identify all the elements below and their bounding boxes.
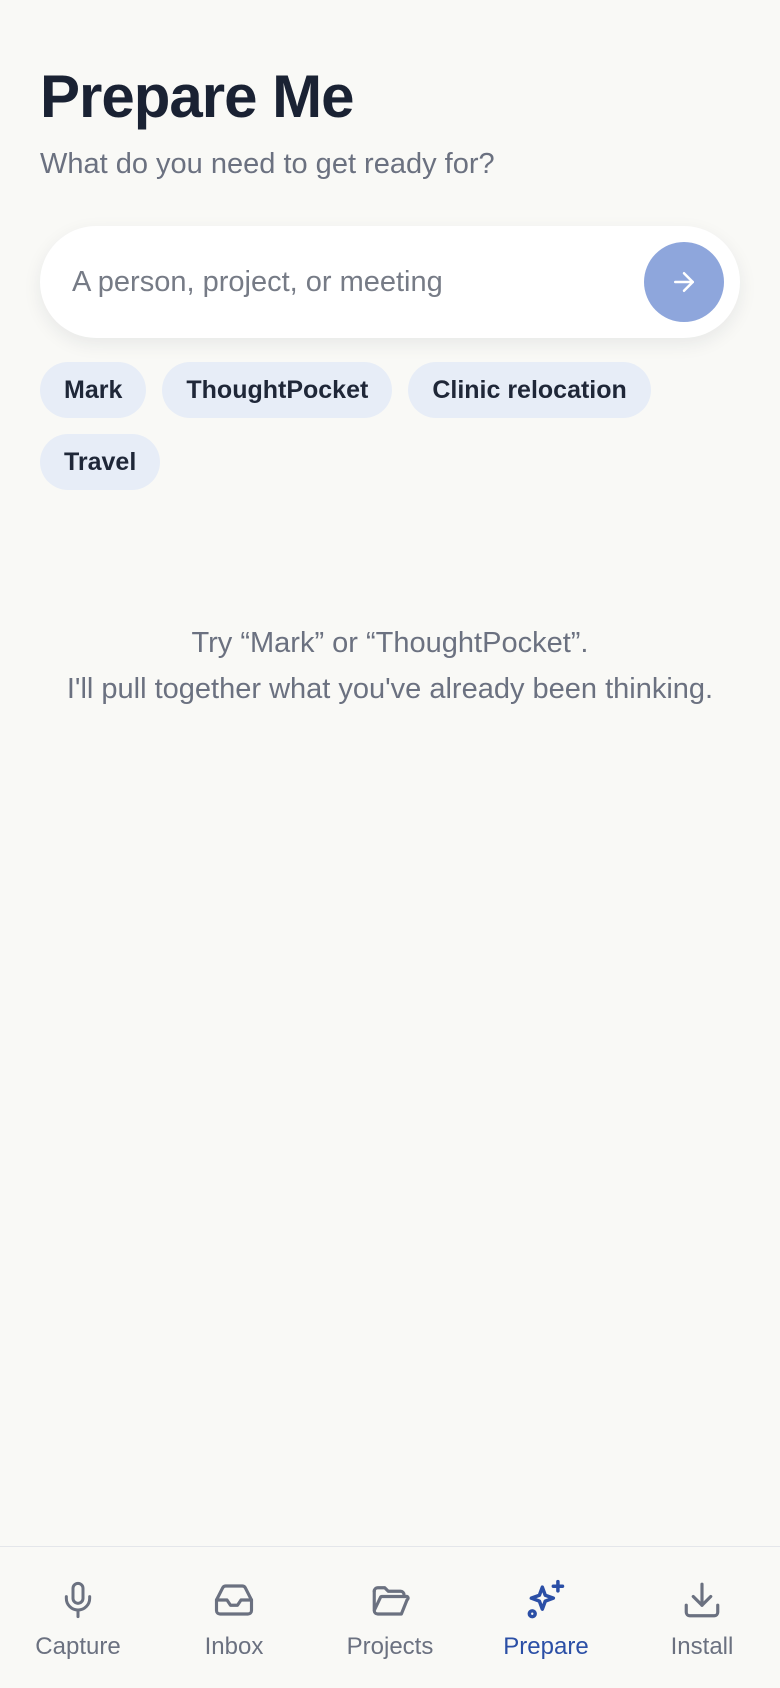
tab-label: Inbox [204, 1633, 264, 1660]
download-icon [679, 1577, 725, 1623]
search-bar [40, 226, 740, 338]
tab-capture[interactable]: Capture [0, 1547, 156, 1688]
microphone-icon [55, 1577, 101, 1623]
tab-install[interactable]: Install [624, 1547, 780, 1688]
suggestion-chips: Mark ThoughtPocket Clinic relocation Tra… [40, 362, 740, 490]
search-input[interactable] [72, 254, 632, 310]
tab-prepare[interactable]: Prepare [468, 1547, 624, 1688]
arrow-right-icon [674, 272, 694, 292]
empty-state: Try “Mark” or “ThoughtPocket”. I'll pull… [0, 620, 780, 712]
chip-travel[interactable]: Travel [40, 434, 161, 490]
empty-state-hint: Try “Mark” or “ThoughtPocket”. [191, 627, 589, 659]
tab-inbox[interactable]: Inbox [156, 1547, 312, 1688]
tab-label: Install [670, 1633, 734, 1660]
page-title: Prepare Me [40, 63, 354, 130]
empty-state-description: I'll pull together what you've already b… [66, 673, 714, 705]
chip-thoughtpocket[interactable]: ThoughtPocket [162, 362, 393, 418]
page-subtitle: What do you need to get ready for? [40, 148, 495, 180]
tab-label: Projects [346, 1633, 434, 1660]
tab-projects[interactable]: Projects [312, 1547, 468, 1688]
tab-label: Prepare [503, 1633, 589, 1660]
prepare-screen: Prepare Me What do you need to get ready… [0, 0, 780, 1688]
folder-icon [367, 1577, 413, 1623]
inbox-icon [211, 1577, 257, 1623]
submit-button[interactable] [644, 242, 724, 322]
chip-clinic-relocation[interactable]: Clinic relocation [408, 362, 651, 418]
tab-label: Capture [35, 1633, 121, 1660]
bottom-tab-bar: Capture Inbox Projects Prepare Install [0, 1546, 780, 1688]
sparkles-icon [523, 1577, 569, 1623]
chip-mark[interactable]: Mark [40, 362, 147, 418]
